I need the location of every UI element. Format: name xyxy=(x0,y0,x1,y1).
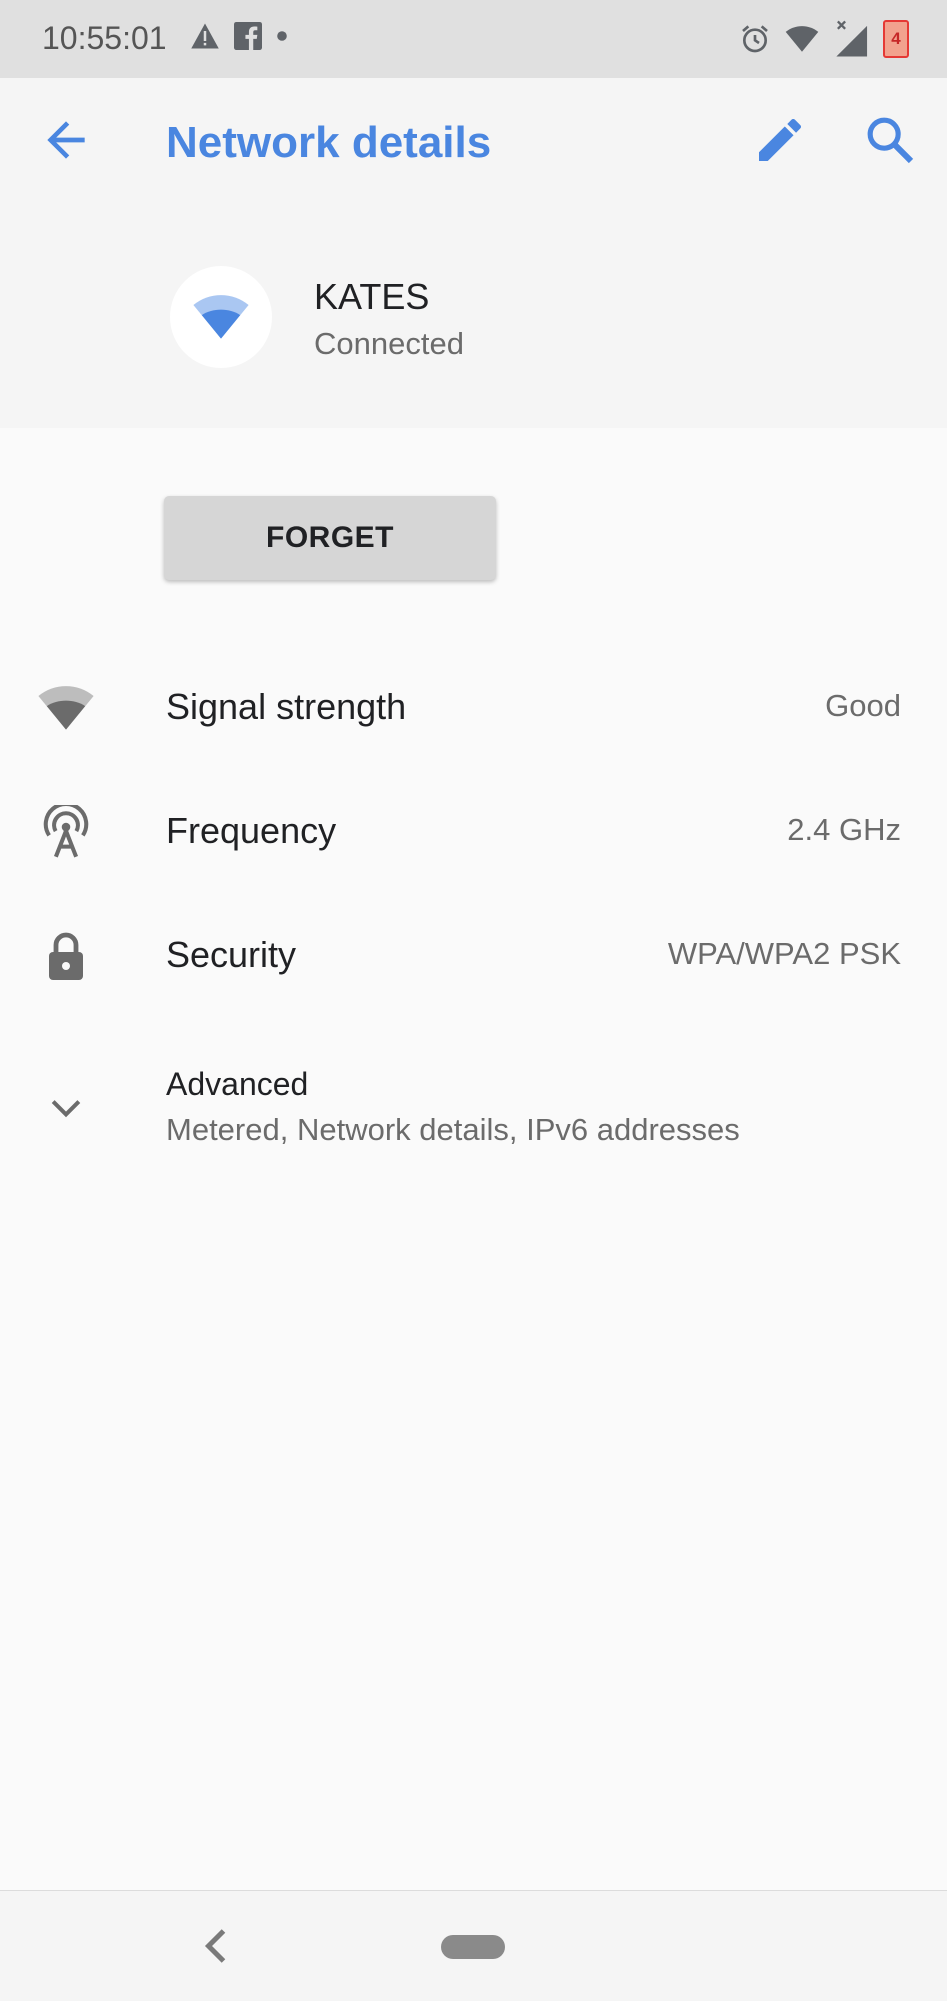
status-notification-icons xyxy=(190,22,288,50)
detail-value: WPA/WPA2 PSK xyxy=(667,936,901,971)
advanced-summary: Metered, Network details, IPv6 addresses xyxy=(166,1112,740,1147)
row-icon xyxy=(34,924,98,988)
alarm-icon xyxy=(742,25,768,53)
detail-label: Signal strength xyxy=(166,686,407,727)
nav-home-pill[interactable] xyxy=(441,1935,505,1959)
chevron-left-icon xyxy=(204,1929,226,1963)
search-button[interactable] xyxy=(862,112,918,168)
detail-label: Security xyxy=(166,934,297,975)
row-icon xyxy=(34,1076,98,1140)
detail-row-frequency: Frequency 2.4 GHz xyxy=(0,768,947,888)
network-status: Connected xyxy=(314,326,464,361)
status-time: 10:55:01 xyxy=(42,20,167,56)
warning-icon xyxy=(191,23,219,49)
battery-icon: 4 xyxy=(883,20,909,58)
arrow-back-icon xyxy=(47,121,85,159)
detail-row-signal-strength: Signal strength Good xyxy=(0,644,947,764)
nav-back-button[interactable] xyxy=(196,1921,236,1971)
wifi-icon xyxy=(785,26,819,52)
status-bar: 10:55:01 4 xyxy=(0,0,947,78)
status-system-icons: 4 xyxy=(739,20,909,58)
wifi-signal-icon xyxy=(38,686,94,730)
advanced-label: Advanced xyxy=(166,1066,309,1102)
lock-icon xyxy=(49,932,83,980)
forget-button[interactable]: FORGET xyxy=(164,496,496,580)
row-icon xyxy=(34,800,98,864)
wifi-signal-icon xyxy=(193,295,249,339)
search-icon xyxy=(867,117,914,164)
page-title: Network details xyxy=(166,118,492,167)
antenna-icon xyxy=(43,805,89,858)
back-button[interactable] xyxy=(38,112,94,168)
cell-signal-icon xyxy=(836,20,868,57)
network-name: KATES xyxy=(314,276,430,317)
detail-value: 2.4 GHz xyxy=(787,812,901,847)
detail-label: Frequency xyxy=(166,810,337,851)
chevron-down-icon xyxy=(51,1100,81,1118)
row-icon xyxy=(34,676,98,740)
battery-level-text: 4 xyxy=(891,29,901,48)
detail-row-security: Security WPA/WPA2 PSK xyxy=(0,892,947,1012)
dot-icon xyxy=(277,31,287,41)
network-icon-badge xyxy=(170,266,272,368)
facebook-icon xyxy=(234,22,262,50)
detail-value: Good xyxy=(825,688,901,723)
advanced-row[interactable]: Advanced Metered, Network details, IPv6 … xyxy=(0,1038,947,1178)
edit-button[interactable] xyxy=(752,112,808,168)
pencil-icon xyxy=(759,118,802,161)
system-navigation-bar xyxy=(0,1890,947,2001)
